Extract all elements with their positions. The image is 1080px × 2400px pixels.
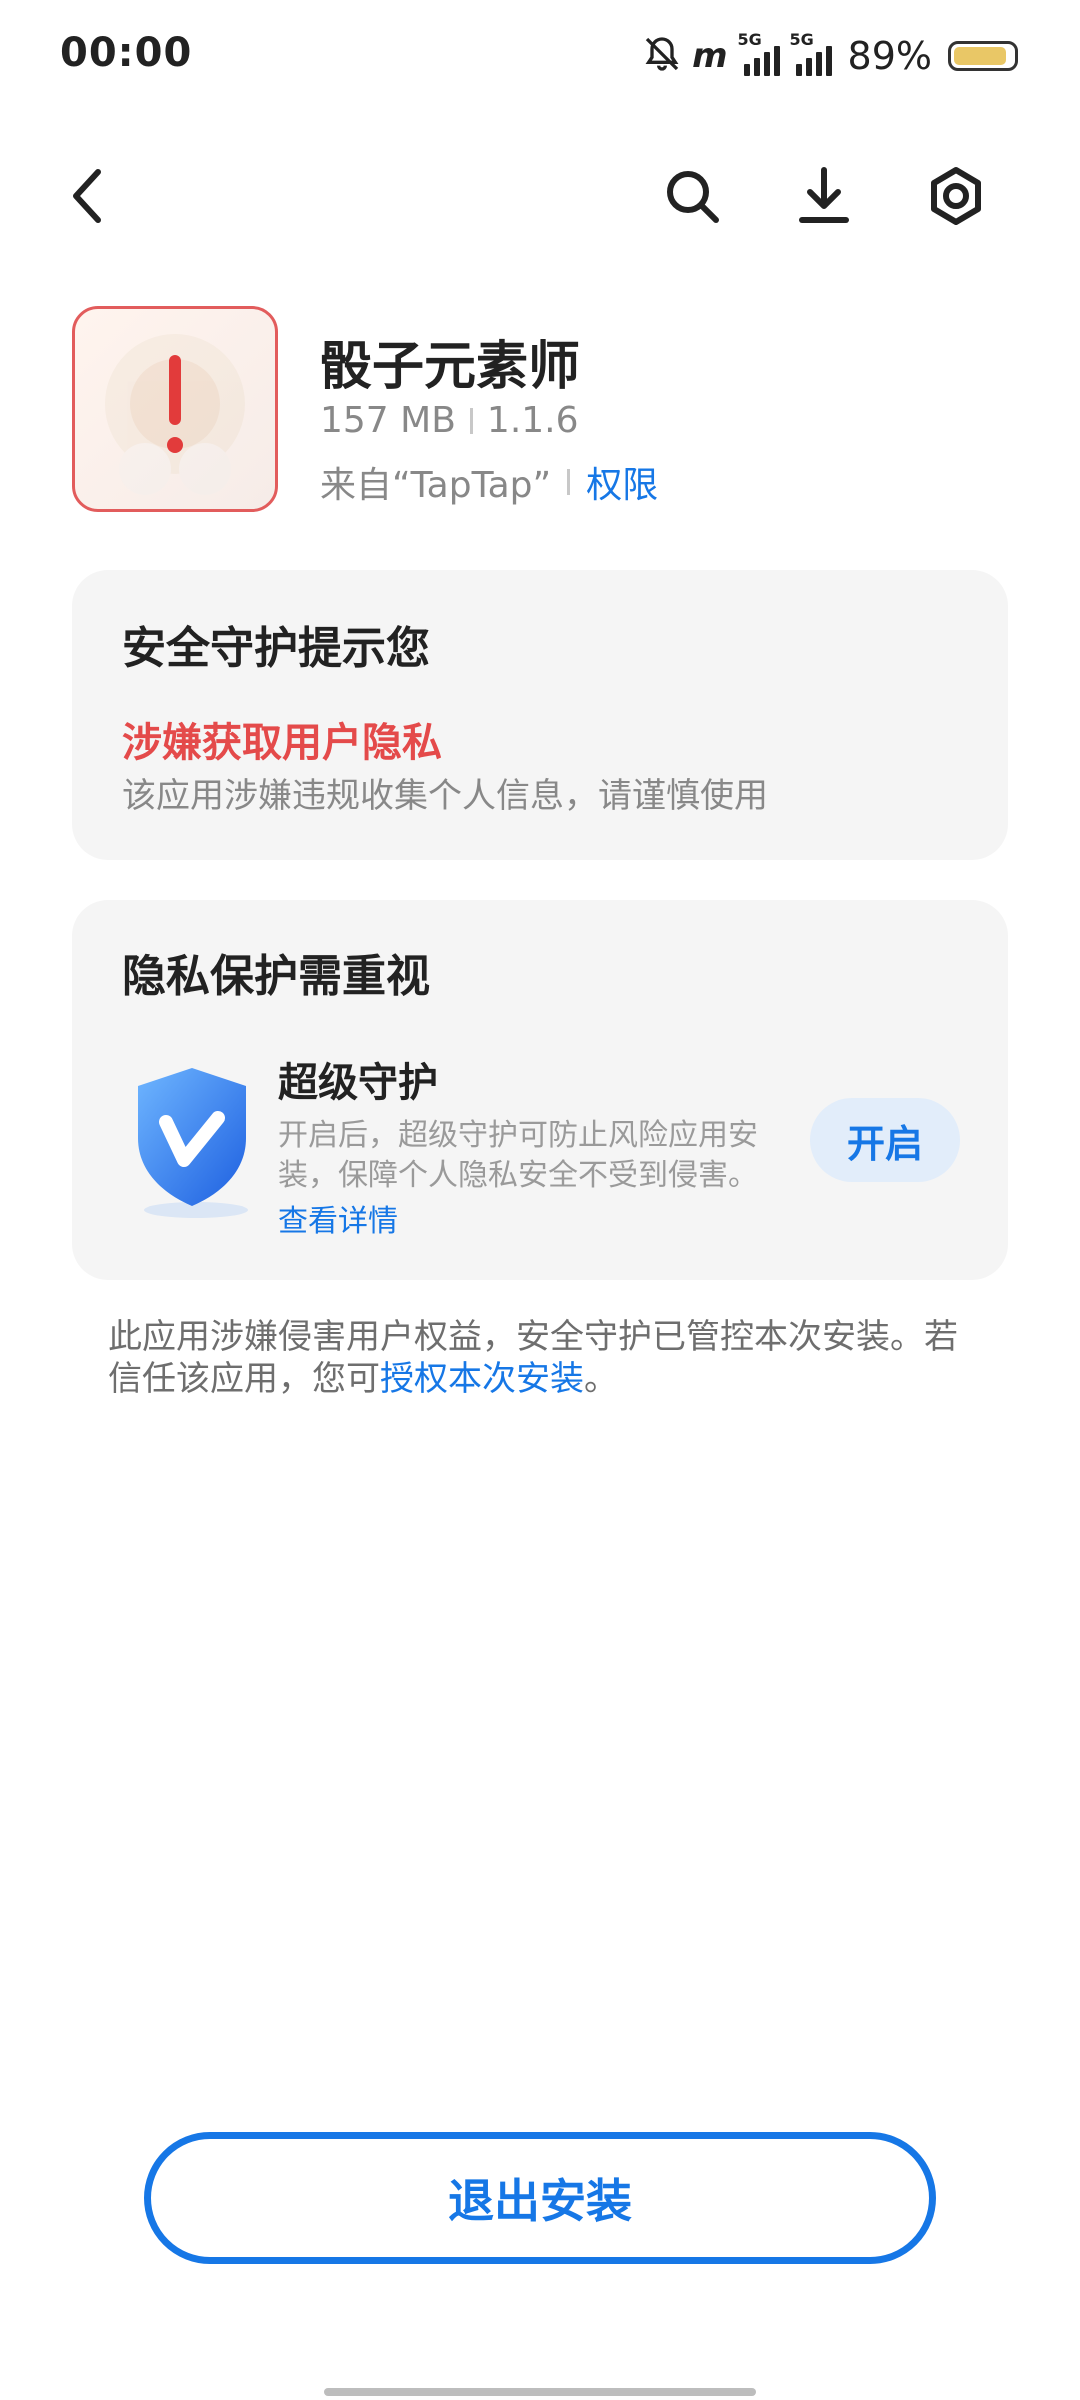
warning-description: 该应用涉嫌违规收集个人信息，请谨慎使用 bbox=[122, 776, 768, 816]
settings-button[interactable] bbox=[926, 166, 986, 226]
authorize-install-link[interactable]: 授权本次安装 bbox=[380, 1359, 584, 1399]
signal-icon: 5G bbox=[790, 30, 832, 76]
install-note-suffix: 。 bbox=[584, 1359, 618, 1399]
card-title: 安全守护提示您 bbox=[122, 623, 430, 674]
warning-title: 涉嫌获取用户隐私 bbox=[122, 720, 442, 766]
divider bbox=[469, 407, 473, 434]
card-title: 隐私保护需重视 bbox=[122, 951, 430, 1002]
download-icon bbox=[799, 167, 849, 223]
status-icons: m 5G 5G 89% bbox=[642, 28, 1018, 84]
warning-exclamation-dot bbox=[167, 437, 183, 453]
network-type-label: 5G bbox=[789, 30, 814, 49]
carrier-icon: m bbox=[692, 36, 728, 76]
permissions-link[interactable]: 权限 bbox=[586, 456, 658, 508]
download-button[interactable] bbox=[794, 166, 854, 226]
security-warning-card: 安全守护提示您 涉嫌获取用户隐私 该应用涉嫌违规收集个人信息，请谨慎使用 bbox=[72, 570, 1008, 860]
battery-percent: 89% bbox=[847, 34, 932, 78]
gear-icon bbox=[931, 167, 981, 225]
app-size: 157 MB bbox=[320, 400, 456, 441]
app-icon bbox=[72, 306, 278, 512]
battery-icon bbox=[948, 41, 1018, 71]
network-type-label: 5G bbox=[737, 30, 762, 49]
app-name: 骰子元素师 bbox=[320, 337, 581, 397]
warning-exclamation-icon bbox=[169, 355, 181, 425]
status-time: 00:00 bbox=[60, 30, 193, 76]
app-meta: 157 MB 1.1.6 bbox=[320, 400, 579, 441]
signal-icon: 5G bbox=[738, 30, 780, 76]
view-details-link[interactable]: 查看详情 bbox=[278, 1196, 398, 1240]
app-source-row: 来自“TapTap” 权限 bbox=[320, 456, 658, 508]
shield-icon bbox=[138, 1068, 248, 1218]
exit-install-button[interactable]: 退出安装 bbox=[144, 2132, 936, 2264]
home-indicator[interactable] bbox=[324, 2388, 756, 2396]
divider bbox=[567, 469, 571, 495]
enable-button[interactable]: 开启 bbox=[810, 1098, 960, 1182]
back-button[interactable] bbox=[58, 166, 118, 226]
search-button[interactable] bbox=[662, 166, 722, 226]
search-icon bbox=[667, 171, 719, 223]
install-note: 此应用涉嫌侵害用户权益，安全守护已管控本次安装。若信任该应用，您可授权本次安装。 bbox=[108, 1316, 988, 1400]
feature-title: 超级守护 bbox=[278, 1060, 438, 1106]
app-source: 来自“TapTap” bbox=[320, 465, 552, 506]
mute-bell-icon bbox=[642, 34, 682, 78]
privacy-protection-card: 隐私保护需重视 超级守护 开启后，超级守护可防止风险应用安装，保障个人隐私安全不… bbox=[72, 900, 1008, 1280]
battery-fill bbox=[954, 47, 1006, 65]
app-version: 1.1.6 bbox=[486, 400, 579, 441]
feature-description: 开启后，超级守护可防止风险应用安装，保障个人隐私安全不受到侵害。 bbox=[278, 1118, 758, 1193]
